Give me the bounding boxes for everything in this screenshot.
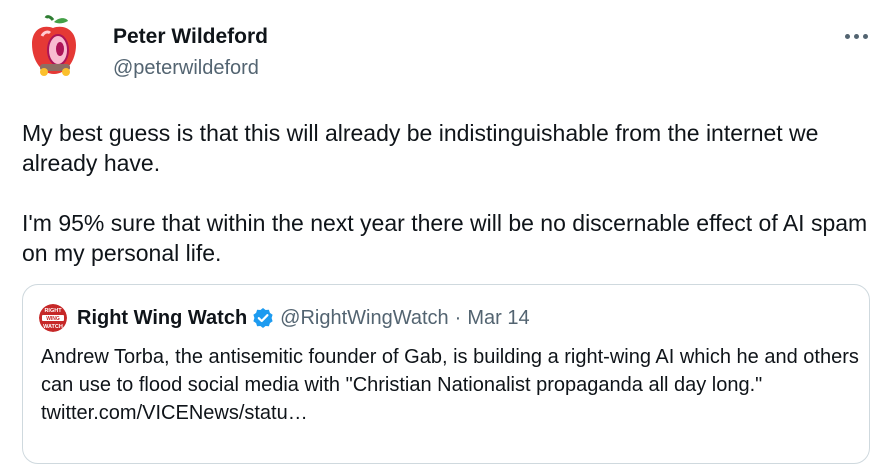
more-options-button[interactable] — [836, 24, 876, 48]
quoted-tweet-header: RIGHT WING WATCH Right Wing Watch @Right… — [39, 304, 530, 332]
more-dot-icon — [853, 33, 859, 39]
more-dot-icon — [844, 33, 850, 39]
tweet-text: My best guess is that this will already … — [22, 120, 868, 266]
quoted-tweet-link[interactable]: twitter.com/VICENews/statu… — [41, 402, 308, 424]
quoted-tweet-body: Andrew Torba, the antisemitic founder of… — [41, 346, 859, 396]
quoted-tweet[interactable]: RIGHT WING WATCH Right Wing Watch @Right… — [22, 284, 870, 464]
author-name[interactable]: Peter Wildeford — [113, 24, 268, 50]
svg-text:WING: WING — [46, 316, 60, 322]
quoted-author-name[interactable]: Right Wing Watch — [77, 307, 247, 330]
quoted-tweet-text: Andrew Torba, the antisemitic founder of… — [41, 343, 861, 427]
quoted-author-handle[interactable]: @RightWingWatch — [280, 307, 449, 330]
verified-badge-icon — [253, 308, 273, 328]
author-handle[interactable]: @peterwildeford — [113, 55, 259, 81]
header-separator: · — [454, 306, 462, 329]
svg-text:RIGHT: RIGHT — [44, 308, 62, 314]
quoted-tweet-date[interactable]: Mar 14 — [467, 307, 529, 330]
quoted-author-avatar[interactable]: RIGHT WING WATCH — [39, 304, 67, 332]
right-wing-watch-logo-icon: RIGHT WING WATCH — [39, 304, 67, 332]
tweet: Peter Wildeford @peterwildeford My best … — [0, 0, 889, 464]
svg-text:WATCH: WATCH — [43, 324, 63, 330]
author-avatar[interactable] — [20, 14, 86, 80]
apple-avatar-icon — [20, 14, 86, 80]
more-dot-icon — [862, 33, 868, 39]
